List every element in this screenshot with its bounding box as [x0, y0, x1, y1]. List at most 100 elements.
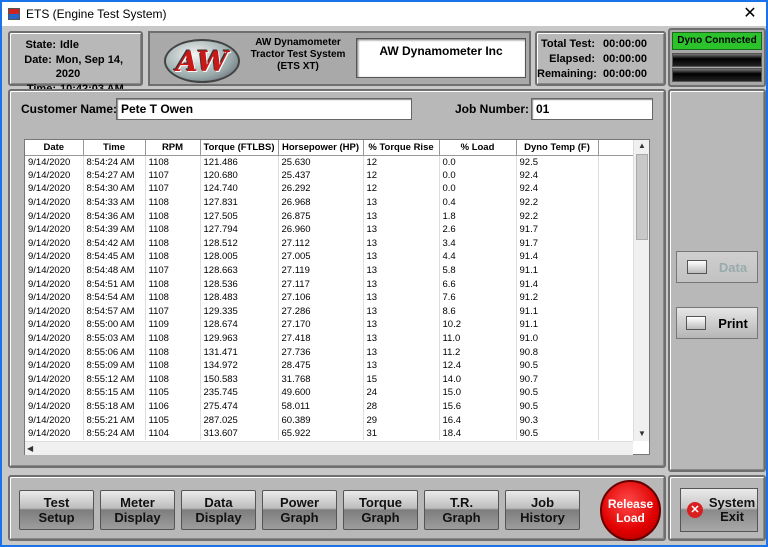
data-table[interactable]: Date Time RPM Torque (FTLBS) Horsepower (HP)… [24, 139, 650, 455]
table-cell: 9/14/2020 [25, 331, 84, 346]
table-cell: 9/14/2020 [25, 304, 84, 319]
job-number-field[interactable]: 01 [531, 98, 653, 120]
table-cell: 9/14/2020 [25, 277, 84, 291]
table-row[interactable]: 9/14/2020 8:54:45 AM 1108 128.005 27.005 13 4.… [25, 250, 634, 264]
table-cell: 27.418 [278, 331, 364, 346]
table-cell: 8:54:39 AM [83, 222, 146, 237]
table-row[interactable]: 9/14/2020 8:55:06 AM 1108 131.471 27.736 13 11… [25, 345, 634, 359]
scroll-down-icon[interactable]: ▼ [638, 429, 646, 438]
table-cell: 1108 [145, 250, 201, 264]
table-cell: 1108 [145, 195, 201, 210]
table-row[interactable]: 9/14/2020 8:55:09 AM 1108 134.972 28.475 13 12… [25, 358, 634, 373]
data-display-button[interactable]: Data Display [181, 490, 256, 530]
table-cell: 127.794 [200, 222, 279, 237]
meter-display-button[interactable]: Meter Display [100, 490, 175, 530]
table-cell: 1107 [145, 263, 201, 278]
column-header: % Load [439, 140, 517, 156]
table-row[interactable]: 9/14/2020 8:54:30 AM 1107 124.740 26.292 12 0.… [25, 182, 634, 196]
table-cell: 92.2 [516, 209, 599, 223]
table-cell: 8:54:42 AM [83, 236, 146, 251]
column-header: Dyno Temp (F) [516, 140, 599, 156]
table-cell: 8:54:33 AM [83, 195, 146, 210]
close-icon[interactable]: ✕ [740, 4, 760, 24]
table-cell: 11.0 [439, 331, 517, 346]
table-cell: 9/14/2020 [25, 372, 84, 387]
table-cell [598, 155, 634, 169]
data-button[interactable]: Data [676, 251, 758, 283]
table-row[interactable]: 9/14/2020 8:54:42 AM 1108 128.512 27.112 13 3.… [25, 236, 634, 251]
timers-panel: Total Test: 00:00:00 Elapsed: 00:00:00 Rem… [535, 31, 666, 86]
table-cell: 91.0 [516, 331, 599, 346]
table-cell: 1109 [145, 318, 201, 332]
table-cell: 150.583 [200, 372, 279, 387]
table-row[interactable]: 9/14/2020 8:54:33 AM 1108 127.831 26.968 13 0.… [25, 195, 634, 210]
table-row[interactable]: 9/14/2020 8:54:51 AM 1108 128.536 27.117 13 6.… [25, 277, 634, 291]
table-cell: 9/14/2020 [25, 222, 84, 237]
column-header: Date [25, 140, 84, 156]
table-cell: 91.1 [516, 318, 599, 332]
table-row[interactable]: 9/14/2020 8:55:15 AM 1105 235.745 49.600 24 15… [25, 386, 634, 400]
table-cell: 8:54:36 AM [83, 209, 146, 223]
test-setup-button[interactable]: Test Setup [19, 490, 94, 530]
table-cell: 1108 [145, 290, 201, 305]
power-graph-button[interactable]: Power Graph [262, 490, 337, 530]
table-cell: 8:54:24 AM [83, 155, 146, 169]
column-header: % Torque Rise [363, 140, 440, 156]
table-row[interactable]: 9/14/2020 8:55:21 AM 1105 287.025 60.389 29 16… [25, 413, 634, 427]
table-cell: 13 [363, 304, 440, 319]
table-cell: 92.4 [516, 182, 599, 196]
system-exit-button[interactable]: ✕ System Exit [680, 488, 758, 532]
table-cell: 9/14/2020 [25, 263, 84, 278]
table-cell: 134.972 [200, 358, 279, 373]
aw-logo: AW [164, 39, 240, 83]
job-history-button[interactable]: Job History [505, 490, 580, 530]
table-row[interactable]: 9/14/2020 8:54:48 AM 1107 128.663 27.119 13 5.… [25, 263, 634, 278]
table-cell: 5.8 [439, 263, 517, 278]
table-row[interactable]: 9/14/2020 8:54:54 AM 1108 128.483 27.106 13 7.… [25, 290, 634, 305]
title-bar: ETS (Engine Test System) ✕ [2, 2, 766, 26]
scroll-left-icon[interactable]: ◀ [27, 444, 33, 453]
table-cell: 8.6 [439, 304, 517, 319]
table-cell: 9/14/2020 [25, 413, 84, 427]
table-cell: 13 [363, 345, 440, 359]
column-header: Torque (FTLBS) [200, 140, 279, 156]
tr-graph-button[interactable]: T.R. Graph [424, 490, 499, 530]
table-cell: 49.600 [278, 386, 364, 400]
table-row[interactable]: 9/14/2020 8:54:36 AM 1108 127.505 26.875 13 1.… [25, 209, 634, 223]
table-cell: 13 [363, 236, 440, 251]
horizontal-scrollbar[interactable]: ◀ [25, 441, 633, 455]
table-cell [598, 263, 634, 278]
table-cell: 9/14/2020 [25, 155, 84, 169]
table-cell: 9/14/2020 [25, 426, 84, 441]
table-cell: 1105 [145, 413, 201, 427]
table-row[interactable]: 9/14/2020 8:55:12 AM 1108 150.583 31.768 15 14… [25, 372, 634, 387]
table-cell: 27.736 [278, 345, 364, 359]
table-row[interactable]: 9/14/2020 8:54:24 AM 1108 121.486 25.630 12 0.… [25, 155, 634, 169]
table-row[interactable]: 9/14/2020 8:54:39 AM 1108 127.794 26.960 13 2.… [25, 222, 634, 237]
table-row[interactable]: 9/14/2020 8:54:27 AM 1107 120.680 25.437 12 0.… [25, 168, 634, 183]
table-cell: 14.0 [439, 372, 517, 387]
table-row[interactable]: 9/14/2020 8:55:03 AM 1108 129.963 27.418 13 11… [25, 331, 634, 346]
scroll-up-icon[interactable]: ▲ [638, 141, 646, 150]
vertical-scrollbar[interactable]: ▲ ▼ [633, 140, 649, 441]
table-cell [598, 304, 634, 319]
print-button[interactable]: Print [676, 307, 758, 339]
torque-graph-button[interactable]: Torque Graph [343, 490, 418, 530]
customer-name-field[interactable]: Pete T Owen [116, 98, 412, 120]
table-row[interactable]: 9/14/2020 8:55:00 AM 1109 128.674 27.170 13 10… [25, 318, 634, 332]
table-row[interactable]: 9/14/2020 8:55:24 AM 1104 313.607 65.922 31 18… [25, 426, 634, 441]
table-cell: 12 [363, 182, 440, 196]
scroll-thumb[interactable] [636, 154, 648, 240]
release-load-button[interactable]: Release Load [600, 480, 661, 541]
table-cell: 27.112 [278, 236, 364, 251]
table-cell: 25.630 [278, 155, 364, 169]
table-row[interactable]: 9/14/2020 8:54:57 AM 1107 129.335 27.286 13 8.… [25, 304, 634, 319]
table-cell: 8:54:54 AM [83, 290, 146, 305]
table-row[interactable]: 9/14/2020 8:55:18 AM 1106 275.474 58.011 28 15… [25, 399, 634, 414]
table-cell: 27.119 [278, 263, 364, 278]
table-cell: 26.292 [278, 182, 364, 196]
logo-text: AW [176, 45, 228, 78]
printer-icon [686, 316, 707, 330]
table-cell: 15 [363, 372, 440, 387]
company-name: AW Dynamometer Inc [356, 38, 526, 78]
